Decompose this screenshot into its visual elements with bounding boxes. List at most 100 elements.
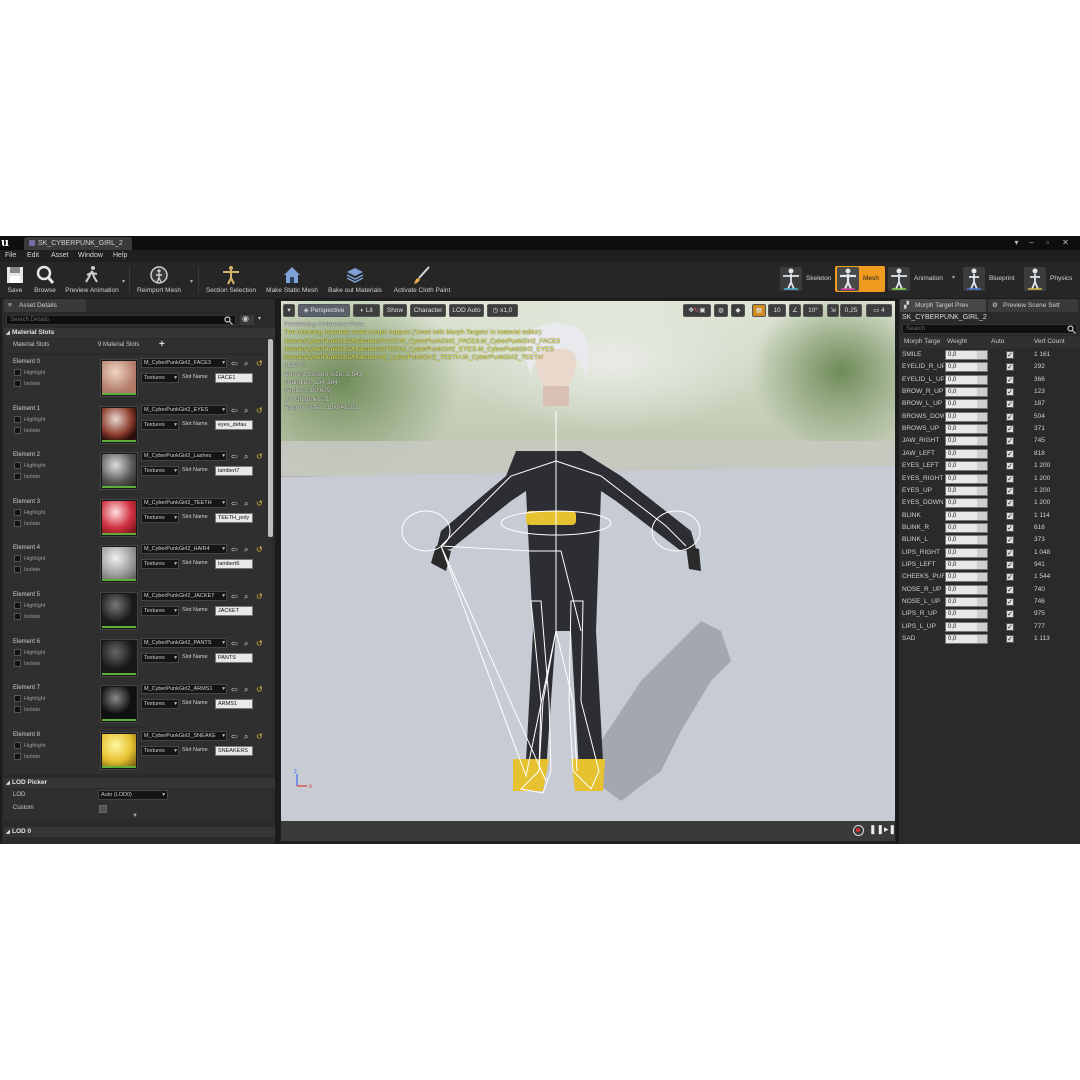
reset-default-icon[interactable]: ↺: [256, 592, 263, 601]
preview-scene-settings-tab[interactable]: ⚙ Preview Scene Sett: [988, 299, 1078, 312]
auto-checkbox[interactable]: ✓: [1006, 412, 1014, 421]
skeleton-mode-button[interactable]: Skeleton: [778, 266, 834, 292]
perspective-button[interactable]: ◈ Perspective: [298, 304, 350, 317]
asset-tab[interactable]: SK_CYBERPUNK_GIRL_2: [24, 237, 132, 250]
highlight-checkbox[interactable]: [14, 369, 21, 376]
highlight-checkbox[interactable]: [14, 602, 21, 609]
isolate-checkbox[interactable]: [14, 706, 21, 714]
material-select[interactable]: M_CyberPunkGirl2_EYES ▾: [141, 404, 227, 415]
morph-target-row[interactable]: EYES_LEFT 0,0 ✓ 1 200: [899, 460, 1080, 472]
morph-weight-input[interactable]: 0,0: [945, 634, 988, 645]
use-selected-arrow-icon[interactable]: ⇦: [231, 639, 238, 648]
reset-default-icon[interactable]: ↺: [256, 732, 263, 741]
browse-asset-icon[interactable]: ⌕: [244, 732, 248, 742]
animation-mode-button[interactable]: Animation: [886, 266, 960, 292]
column-weight[interactable]: Weight: [947, 338, 967, 345]
use-selected-arrow-icon[interactable]: ⇦: [231, 592, 238, 601]
morph-weight-input[interactable]: 0,0: [945, 461, 988, 472]
mesh-mode-button[interactable]: Mesh: [835, 266, 885, 292]
view-options-dropdown-icon[interactable]: ▾: [258, 315, 261, 322]
morph-weight-input[interactable]: 0,0: [945, 510, 988, 521]
animation-mode-dropdown-icon[interactable]: ▾: [952, 274, 955, 281]
character-button[interactable]: Character: [410, 304, 446, 317]
camera-speed-button[interactable]: ▭ 4: [866, 304, 892, 317]
auto-checkbox[interactable]: ✓: [1006, 437, 1014, 446]
morph-weight-input[interactable]: 0,0: [945, 485, 988, 496]
morph-weight-input[interactable]: 0,0: [945, 597, 988, 607]
scale-snap-value[interactable]: 0,25: [840, 304, 862, 317]
material-thumbnail[interactable]: [100, 731, 138, 770]
slot-name-input[interactable]: eyes_defau: [215, 419, 253, 430]
details-scrollbar[interactable]: [268, 339, 273, 537]
reimport-mesh-button[interactable]: Reimport Mesh: [133, 263, 185, 297]
material-thumbnail[interactable]: [100, 592, 138, 630]
pause-button[interactable]: ❚❚: [869, 824, 884, 835]
textures-dropdown[interactable]: Textures ▾: [141, 699, 179, 710]
search-details-input[interactable]: Search Details: [6, 315, 236, 325]
morph-weight-input[interactable]: 0,0: [945, 387, 988, 398]
material-thumbnail[interactable]: [100, 685, 138, 724]
reimport-dropdown-icon[interactable]: ▾: [190, 278, 193, 285]
material-slots-header[interactable]: ◢ Material Slots: [4, 328, 275, 338]
auto-checkbox[interactable]: ✓: [1006, 511, 1014, 520]
textures-dropdown[interactable]: Textures ▾: [141, 606, 179, 616]
morph-weight-input[interactable]: 0,0: [945, 399, 988, 410]
transform-tools[interactable]: ✥↻▣: [683, 304, 711, 317]
slot-name-input[interactable]: JACKET: [215, 606, 253, 616]
highlight-checkbox[interactable]: [14, 462, 21, 470]
morph-weight-input[interactable]: 0,0: [945, 547, 988, 558]
morph-weight-input[interactable]: 0,0: [945, 411, 988, 422]
morph-weight-input[interactable]: 0,0: [945, 572, 988, 583]
use-selected-arrow-icon[interactable]: ⇦: [231, 359, 238, 368]
morph-weight-input[interactable]: 0,0: [945, 374, 988, 385]
reset-default-icon[interactable]: ↺: [256, 406, 263, 415]
reset-default-icon[interactable]: ↺: [256, 499, 263, 508]
step-forward-button[interactable]: ▸❚: [884, 824, 896, 835]
auto-checkbox[interactable]: ✓: [1006, 400, 1014, 409]
isolate-checkbox[interactable]: [14, 426, 21, 434]
morph-target-row[interactable]: JAW_RIGHT 0,0 ✓ 745: [899, 435, 1080, 447]
material-thumbnail[interactable]: [100, 452, 138, 491]
reset-default-icon[interactable]: ↺: [256, 452, 263, 461]
textures-dropdown[interactable]: Textures ▾: [141, 512, 179, 523]
morph-target-row[interactable]: JAW_LEFT 0,0 ✓ 818: [899, 448, 1080, 460]
browse-asset-icon[interactable]: ⌕: [244, 639, 248, 649]
material-select[interactable]: M_CyberPunkGirl2_TEETH ▾: [141, 497, 227, 508]
lod-auto-button[interactable]: LOD Auto: [449, 304, 484, 317]
auto-checkbox[interactable]: ✓: [1006, 425, 1014, 434]
slot-name-input[interactable]: lambert7: [215, 466, 253, 477]
menu-asset[interactable]: Asset: [51, 250, 69, 262]
reset-default-icon[interactable]: ↺: [256, 685, 263, 694]
view-options-button[interactable]: ◉: [240, 314, 254, 325]
morph-target-row[interactable]: BLINK_L 0,0 ✓ 373: [899, 534, 1080, 546]
morph-target-row[interactable]: EYES_DOWN 0,0 ✓ 1 200: [899, 497, 1080, 509]
preview-animation-button[interactable]: Preview Animation: [62, 263, 122, 297]
surface-snap-toggle[interactable]: ◆: [731, 304, 745, 317]
morph-target-row[interactable]: SMILE 0,0 ✓ 1 161: [899, 349, 1080, 361]
morph-weight-input[interactable]: 0,0: [945, 362, 988, 373]
use-selected-arrow-icon[interactable]: ⇦: [231, 499, 238, 508]
lod-select[interactable]: Auto (LOD0) ▾: [98, 790, 168, 800]
material-select[interactable]: M_CyberPunkGirl2_FACE3 ▾: [141, 358, 227, 368]
morph-target-row[interactable]: LIPS_LEFT 0,0 ✓ 941: [899, 559, 1080, 571]
auto-checkbox[interactable]: ✓: [1006, 499, 1014, 508]
rotation-snap-value[interactable]: 10°: [803, 304, 823, 317]
morph-target-row[interactable]: SAD 0,0 ✓ 1 113: [899, 633, 1080, 645]
material-select[interactable]: M_CyberPunkGirl2_ARMS1 ▾: [141, 684, 227, 695]
expand-arrow-icon[interactable]: ▼: [132, 813, 138, 819]
column-vert-count[interactable]: Vert Count: [1034, 338, 1065, 345]
auto-checkbox[interactable]: ✓: [1006, 622, 1014, 631]
isolate-checkbox[interactable]: [14, 752, 21, 760]
isolate-checkbox[interactable]: [14, 380, 21, 387]
material-thumbnail[interactable]: [100, 498, 138, 537]
use-selected-arrow-icon[interactable]: ⇦: [231, 406, 238, 415]
textures-dropdown[interactable]: Textures ▾: [141, 652, 179, 663]
menu-edit[interactable]: Edit: [27, 250, 39, 262]
browse-button[interactable]: Browse: [31, 263, 59, 297]
window-menu-icon[interactable]: ▾: [1012, 238, 1021, 247]
grid-snap-toggle[interactable]: ▦: [752, 304, 766, 317]
morph-target-row[interactable]: EYELID_L_UP 0,0 ✓ 366: [899, 374, 1080, 386]
minimize-icon[interactable]: –: [1027, 238, 1036, 247]
morph-weight-input[interactable]: 0,0: [945, 584, 988, 595]
morph-search-input[interactable]: Search: [902, 324, 1077, 334]
